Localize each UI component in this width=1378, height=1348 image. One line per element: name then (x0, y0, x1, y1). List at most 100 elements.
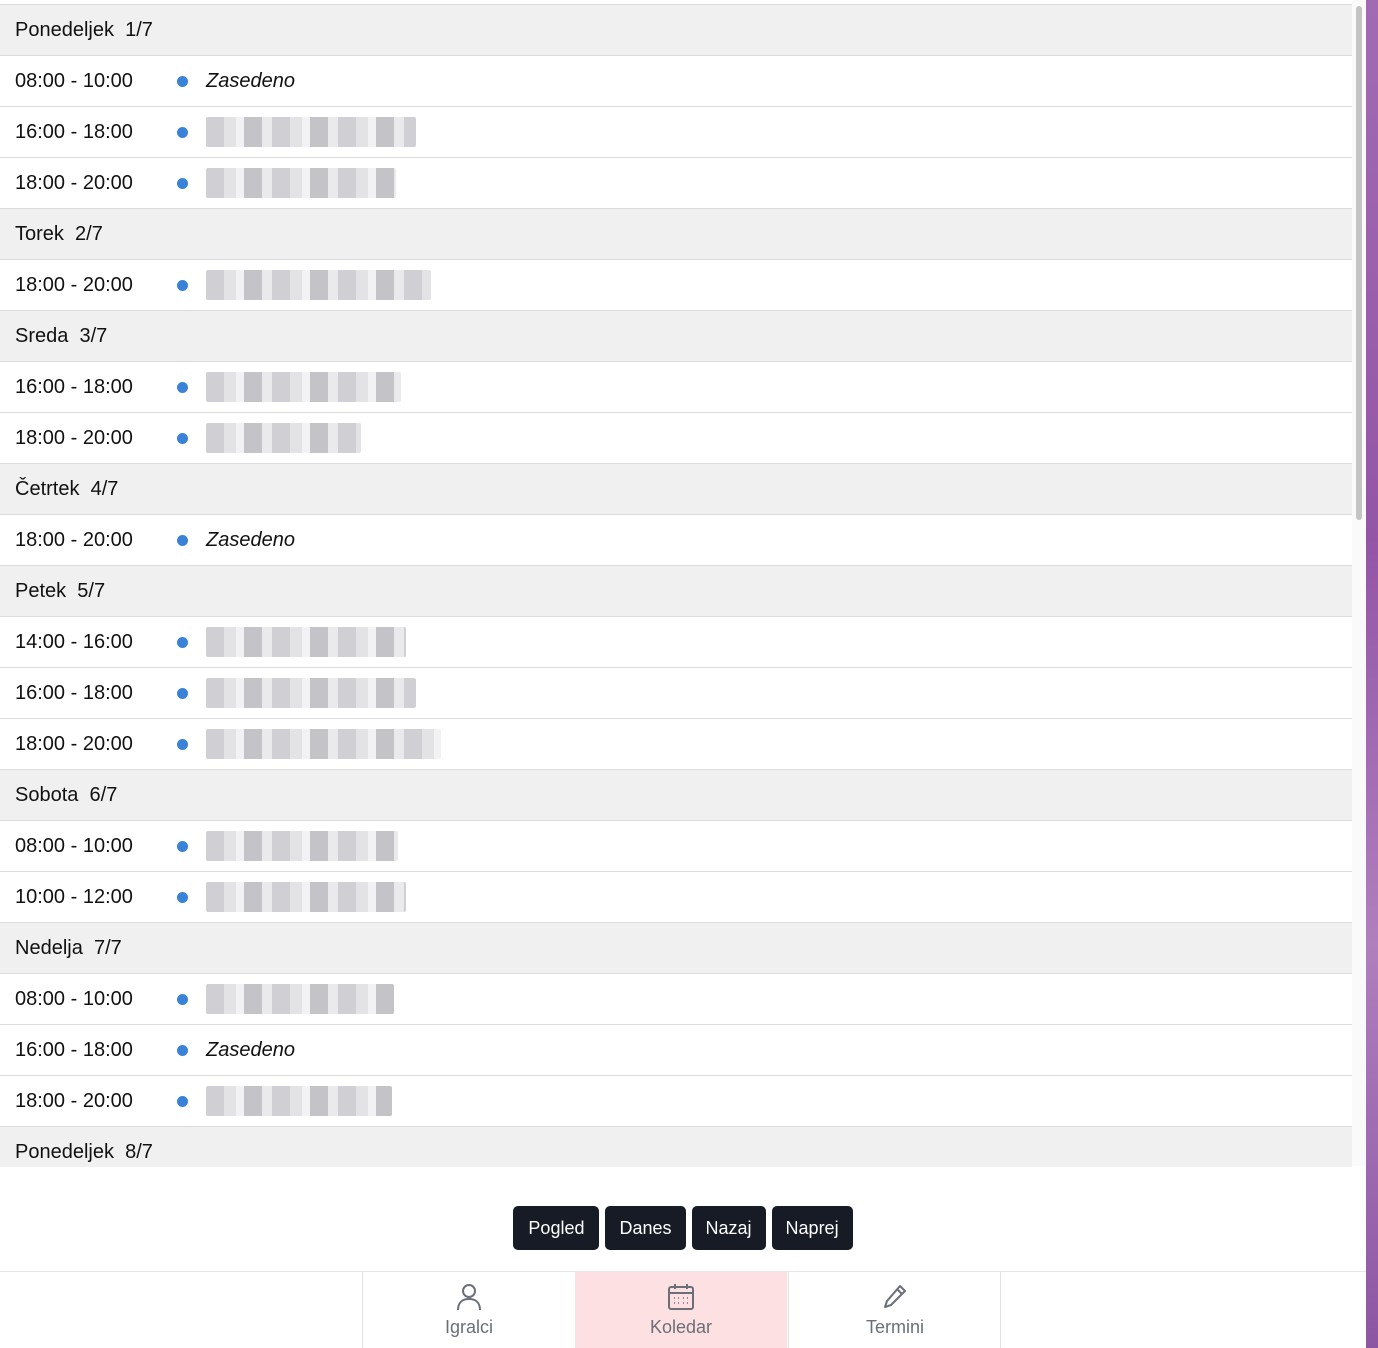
day-date: 1/7 (125, 19, 153, 41)
redacted-event-title (206, 270, 431, 300)
calendar-toolbar: Pogled Danes Nazaj Naprej (0, 1206, 1366, 1252)
redacted-event-title (206, 678, 416, 708)
day-name: Ponedeljek (15, 19, 114, 41)
event-row[interactable]: 08:00 - 10:00 (0, 974, 1352, 1025)
day-header: Torek 2/7 (0, 209, 1352, 260)
event-dot (177, 738, 188, 750)
event-dot (177, 177, 188, 189)
event-row[interactable]: 08:00 - 10:00 Zasedeno (0, 56, 1352, 107)
event-dot (177, 534, 188, 546)
event-row[interactable]: 10:00 - 12:00 (0, 872, 1352, 923)
event-row[interactable]: 16:00 - 18:00 Zasedeno (0, 1025, 1352, 1076)
event-row[interactable]: 18:00 - 20:00 Zasedeno (0, 515, 1352, 566)
pencil-icon (881, 1281, 909, 1313)
event-dot (177, 687, 188, 699)
event-time: 18:00 - 20:00 (15, 171, 133, 194)
event-time: 10:00 - 12:00 (15, 885, 133, 908)
nav-divider (1000, 1272, 1001, 1348)
day-date: 7/7 (93, 937, 122, 959)
calendar-icon (666, 1281, 696, 1313)
day-name: Torek (15, 223, 64, 245)
redacted-event-title (206, 627, 406, 657)
event-row[interactable]: 18:00 - 20:00 (0, 158, 1352, 209)
day-date: 4/7 (90, 478, 119, 500)
nav-label-termini: Termini (865, 1317, 924, 1337)
event-time: 16:00 - 18:00 (15, 1038, 133, 1061)
event-dot (177, 891, 188, 903)
day-date: 6/7 (89, 784, 118, 806)
event-time: 16:00 - 18:00 (15, 375, 133, 398)
event-time: 18:00 - 20:00 (15, 426, 133, 449)
redacted-event-title (206, 168, 396, 198)
redacted-event-title (206, 117, 416, 147)
nav-label-koledar: Koledar (649, 1317, 713, 1337)
view-button[interactable]: Pogled (513, 1206, 600, 1250)
agenda-scrollbar[interactable] (1352, 0, 1366, 1166)
redacted-event-title (206, 372, 401, 402)
event-time: 08:00 - 10:00 (15, 987, 133, 1010)
event-dot (177, 126, 188, 138)
day-header: Sreda 3/7 (0, 311, 1352, 362)
day-header: Sobota 6/7 (0, 770, 1352, 821)
day-header: Petek 5/7 (0, 566, 1352, 617)
day-name: Petek (15, 580, 67, 602)
redacted-event-title (206, 423, 361, 453)
day-header: Ponedeljek 8/7 (0, 1127, 1352, 1167)
redacted-event-title (206, 729, 441, 759)
event-dot (177, 381, 188, 393)
event-time: 08:00 - 10:00 (15, 834, 133, 857)
event-dot (177, 993, 188, 1005)
day-name: Četrtek (15, 478, 80, 500)
event-time: 08:00 - 10:00 (15, 69, 133, 92)
event-row[interactable]: 18:00 - 20:00 (0, 719, 1352, 770)
event-dot (177, 840, 188, 852)
event-dot (177, 432, 188, 444)
redacted-event-title (206, 1086, 392, 1116)
nav-item-koledar[interactable]: Koledar (575, 1272, 787, 1348)
nav-label-igralci: Igralci (444, 1317, 493, 1337)
event-time: 18:00 - 20:00 (15, 528, 133, 551)
bottom-navigation: Igralci Koledar Termini (0, 1271, 1366, 1348)
day-header: Četrtek 4/7 (0, 464, 1352, 515)
event-title: Zasedeno (206, 1038, 295, 1061)
day-header: Nedelja 7/7 (0, 923, 1352, 974)
day-header: Ponedeljek 1/7 (0, 5, 1352, 56)
event-time: 14:00 - 16:00 (15, 630, 133, 653)
back-button[interactable]: Nazaj (691, 1206, 766, 1250)
app-window: Ponedeljek 1/7 08:00 - 10:00 Zasedeno 16:00… (0, 0, 1366, 1348)
event-time: 16:00 - 18:00 (15, 681, 133, 704)
nav-item-termini[interactable]: Termini (789, 1272, 1001, 1348)
day-name: Nedelja (15, 937, 83, 959)
day-date: 8/7 (125, 1141, 153, 1163)
day-name: Sreda (15, 325, 69, 347)
event-time: 16:00 - 18:00 (15, 120, 133, 143)
event-time: 18:00 - 20:00 (15, 732, 133, 755)
next-button[interactable]: Naprej (771, 1206, 853, 1250)
event-dot (177, 1095, 188, 1107)
today-button[interactable]: Danes (605, 1206, 686, 1250)
event-dot (177, 75, 188, 87)
calendar-agenda-list[interactable]: Ponedeljek 1/7 08:00 - 10:00 Zasedeno 16:00… (0, 4, 1352, 1167)
redacted-event-title (206, 984, 394, 1014)
event-time: 18:00 - 20:00 (15, 273, 133, 296)
event-title: Zasedeno (206, 528, 295, 551)
scrollbar-thumb[interactable] (1356, 6, 1362, 520)
event-row[interactable]: 18:00 - 20:00 (0, 260, 1352, 311)
day-date: 2/7 (75, 223, 103, 245)
desktop-background-edge (1366, 0, 1378, 1348)
event-row[interactable]: 16:00 - 18:00 (0, 107, 1352, 158)
event-dot (177, 279, 188, 291)
day-date: 5/7 (77, 580, 106, 602)
event-row[interactable]: 16:00 - 18:00 (0, 668, 1352, 719)
nav-item-igralci[interactable]: Igralci (363, 1272, 575, 1348)
event-row[interactable]: 18:00 - 20:00 (0, 413, 1352, 464)
event-row[interactable]: 18:00 - 20:00 (0, 1076, 1352, 1127)
event-time: 18:00 - 20:00 (15, 1089, 133, 1112)
event-row[interactable]: 14:00 - 16:00 (0, 617, 1352, 668)
event-title: Zasedeno (206, 69, 295, 92)
redacted-event-title (206, 882, 406, 912)
event-dot (177, 1044, 188, 1056)
redacted-event-title (206, 831, 398, 861)
event-row[interactable]: 08:00 - 10:00 (0, 821, 1352, 872)
event-row[interactable]: 16:00 - 18:00 (0, 362, 1352, 413)
